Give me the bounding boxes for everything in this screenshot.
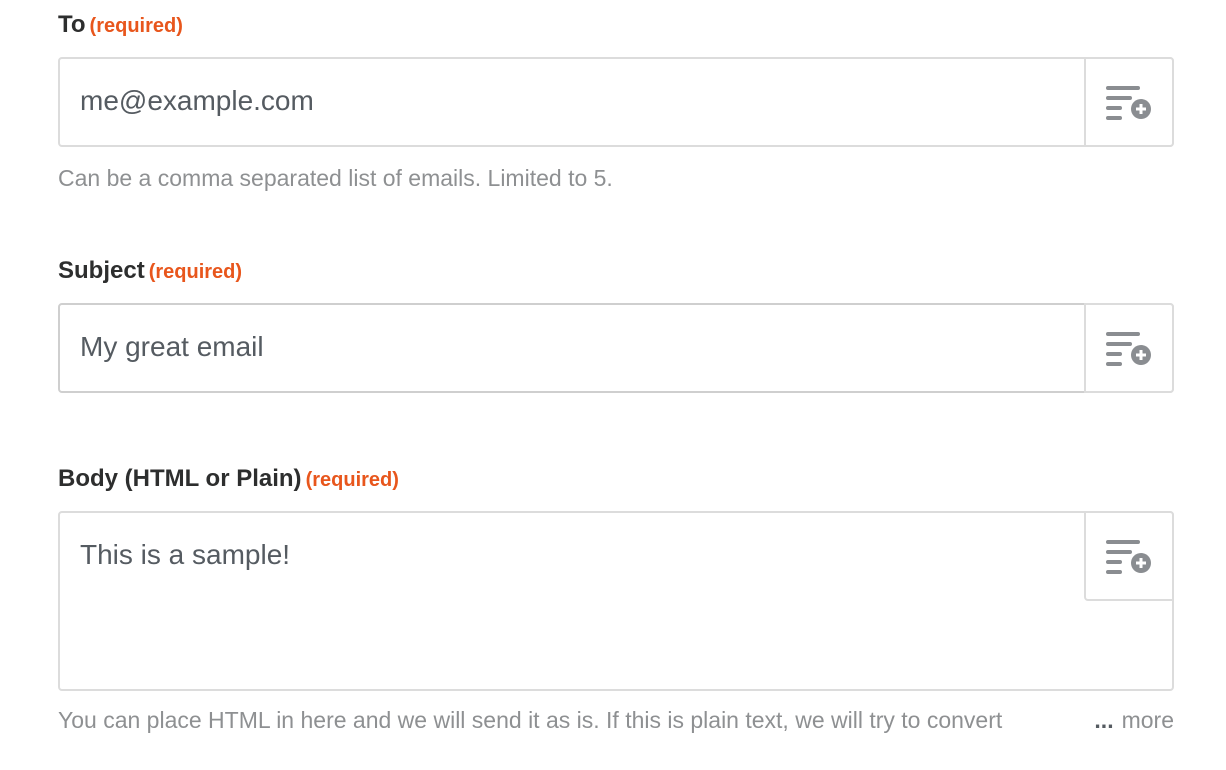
field-to: To (required) me@example.com Can be a com… — [58, 10, 1174, 193]
to-label: To — [58, 11, 86, 38]
field-label: To (required) — [58, 10, 1174, 41]
body-help-row: You can place HTML in here and we will s… — [58, 705, 1174, 735]
required-badge: (required) — [89, 15, 183, 37]
required-badge: (required) — [148, 261, 243, 283]
to-help-text: Can be a comma separated list of emails.… — [58, 165, 613, 191]
field-subject: Subject (required) My great email — [58, 256, 1174, 393]
body-textarea[interactable]: This is a sample! — [58, 511, 1174, 691]
field-label: Body (HTML or Plain) (required) — [58, 464, 1174, 495]
list-plus-icon — [1106, 86, 1151, 120]
subject-input[interactable]: My great email — [58, 303, 1174, 393]
insert-data-button[interactable] — [1084, 511, 1174, 601]
list-plus-icon — [1106, 332, 1151, 366]
to-input-value[interactable]: me@example.com — [80, 85, 314, 117]
to-input[interactable]: me@example.com — [58, 57, 1174, 147]
insert-data-button[interactable] — [1084, 57, 1174, 147]
body-label: Body (HTML or Plain) — [58, 465, 302, 492]
more-label[interactable]: more — [1122, 707, 1174, 733]
body-help-text: You can place HTML in here and we will s… — [58, 707, 1003, 733]
insert-data-button[interactable] — [1084, 303, 1174, 393]
subject-input-value[interactable]: My great email — [80, 331, 264, 363]
ellipsis: ... — [1094, 707, 1114, 733]
body-textarea-value[interactable]: This is a sample! — [80, 539, 290, 571]
field-label: Subject (required) — [58, 256, 1174, 287]
required-badge: (required) — [305, 469, 399, 491]
subject-label: Subject — [58, 257, 145, 284]
email-form: To (required) me@example.com Can be a com… — [0, 0, 1226, 770]
list-plus-icon — [1106, 540, 1151, 574]
field-body: Body (HTML or Plain) (required) This is a… — [58, 464, 1174, 735]
show-more-link[interactable]: ... more — [1088, 705, 1174, 735]
